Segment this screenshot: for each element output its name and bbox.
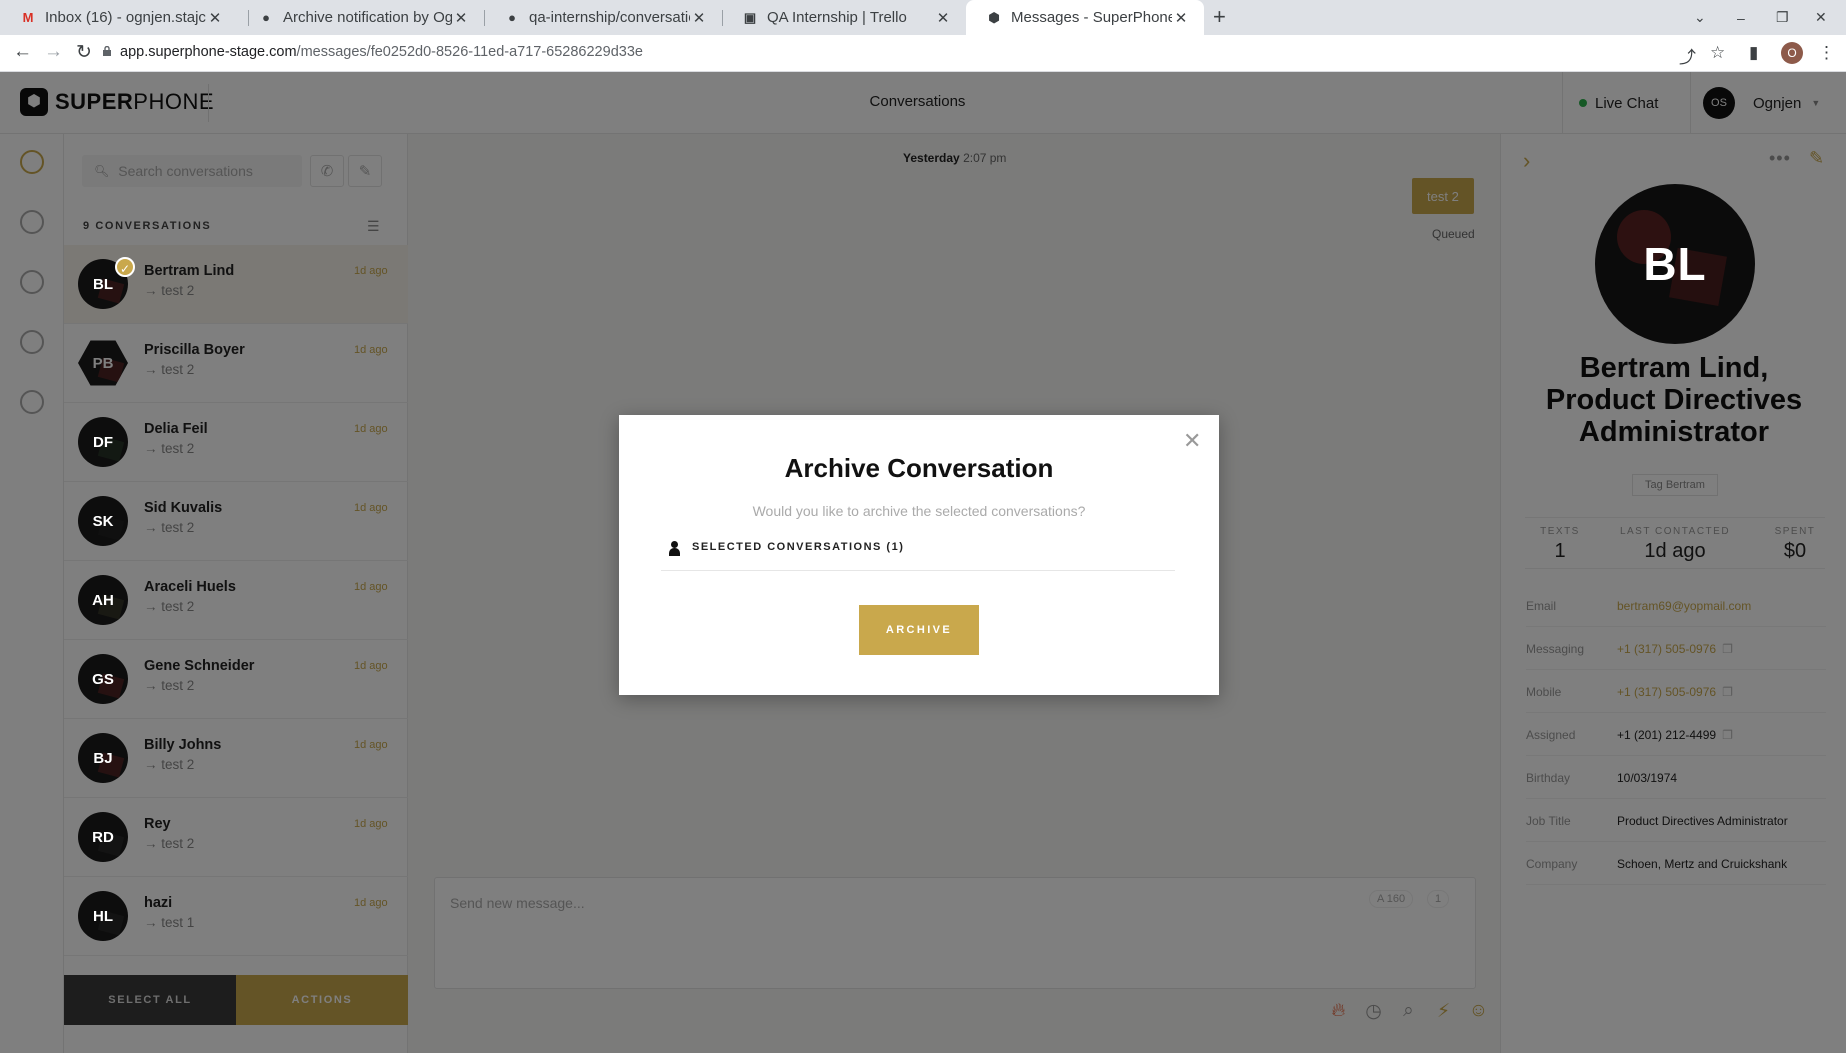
address-bar: ← → ↻ app.superphone-stage.com/messages/…: [0, 35, 1846, 72]
bookmark-star-icon[interactable]: ☆: [1710, 43, 1725, 63]
minimize-icon[interactable]: –: [1737, 0, 1745, 35]
tab-search-chevron-icon[interactable]: ⌄: [1694, 0, 1706, 35]
selected-check-icon[interactable]: ✓: [115, 257, 135, 277]
selected-conversations-summary[interactable]: SELECTED CONVERSATIONS (1): [661, 541, 1175, 571]
browser-tab-bar: M Inbox (16) - ognjen.stajcic ✕ ● Archiv…: [0, 0, 1846, 35]
github-icon: ●: [508, 10, 516, 25]
share-icon[interactable]: ⤴: [1679, 43, 1696, 68]
reload-icon[interactable]: ↻: [76, 41, 92, 64]
browser-tab-superphone[interactable]: ⬢ Messages - SuperPhone ✕: [966, 0, 1204, 35]
back-arrow-icon[interactable]: ←: [13, 41, 32, 63]
lock-icon[interactable]: [102, 46, 112, 56]
side-panel-icon[interactable]: ▮: [1749, 43, 1758, 63]
close-tab-icon[interactable]: ✕: [690, 9, 708, 27]
restore-icon[interactable]: ❐: [1776, 0, 1789, 35]
browser-tab-github-internship[interactable]: ● qa-internship/conversatio ✕: [484, 0, 722, 35]
browser-tab-gmail[interactable]: M Inbox (16) - ognjen.stajcic ✕: [0, 0, 238, 35]
gmail-icon: M: [22, 10, 34, 25]
close-tab-icon[interactable]: ✕: [934, 9, 952, 27]
close-tab-icon[interactable]: ✕: [206, 9, 224, 27]
person-icon: [669, 541, 680, 556]
modal-subtitle: Would you like to archive the selected c…: [752, 503, 1086, 519]
browser-profile-avatar[interactable]: O: [1781, 42, 1803, 64]
forward-arrow-icon[interactable]: →: [44, 41, 63, 63]
browser-menu-icon[interactable]: ⋮: [1818, 43, 1835, 63]
browser-tab-trello[interactable]: ▣ QA Internship | Trello ✕: [722, 0, 966, 35]
close-tab-icon[interactable]: ✕: [452, 9, 470, 27]
url-field[interactable]: app.superphone-stage.com/messages/fe0252…: [120, 44, 643, 60]
close-window-icon[interactable]: ✕: [1815, 0, 1827, 35]
archive-button[interactable]: ARCHIVE: [859, 605, 979, 655]
modal-title: Archive Conversation: [784, 453, 1054, 483]
close-tab-icon[interactable]: ✕: [1172, 9, 1190, 27]
archive-conversation-modal: ✕ Archive Conversation Would you like to…: [619, 415, 1219, 695]
github-icon: ●: [262, 10, 270, 25]
superphone-icon: ⬢: [988, 9, 1000, 25]
new-tab-icon[interactable]: +: [1213, 4, 1226, 30]
browser-tab-github-archive[interactable]: ● Archive notification by Og ✕: [238, 0, 484, 35]
close-icon[interactable]: ✕: [1183, 430, 1201, 452]
trello-icon: ▣: [743, 9, 757, 25]
